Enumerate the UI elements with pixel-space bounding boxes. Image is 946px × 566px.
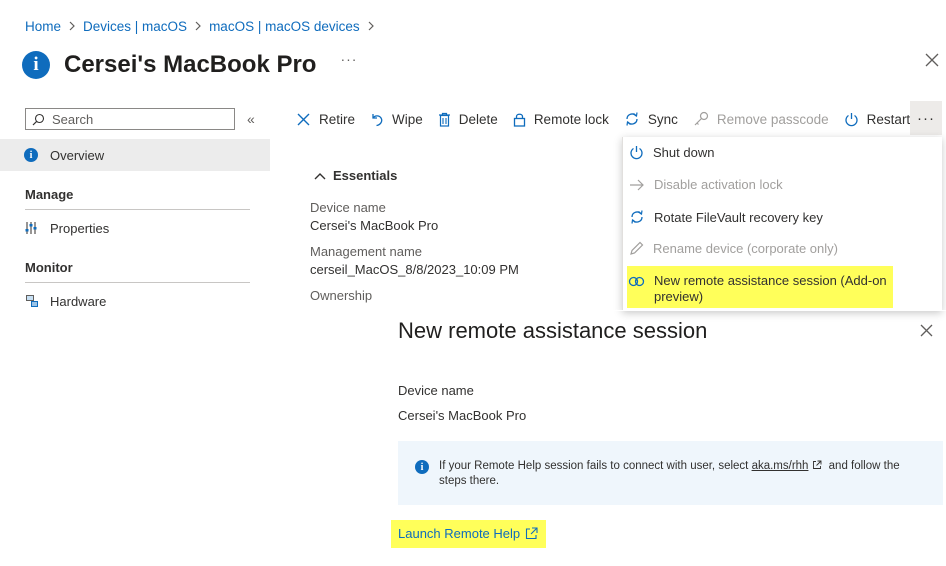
- more-commands-button[interactable]: ···: [910, 101, 942, 135]
- essentials-toggle[interactable]: Essentials: [314, 168, 397, 183]
- button-label: Restart: [866, 111, 911, 127]
- breadcrumb-macos-devices[interactable]: macOS | macOS devices: [209, 19, 360, 34]
- hardware-icon: [24, 293, 40, 309]
- menu-item-label: New remote assistance session (Add-on pr…: [654, 273, 887, 305]
- delete-button[interactable]: Delete: [438, 112, 498, 127]
- field-label: Management name: [310, 244, 423, 259]
- sidebar-section-monitor: Monitor: [25, 260, 73, 275]
- collapse-sidebar-button[interactable]: «: [247, 111, 255, 127]
- sidebar-item-label: Hardware: [50, 293, 107, 309]
- sidebar-item-label: Overview: [50, 147, 105, 163]
- menu-item-label-line1: New remote assistance session (Add-on: [654, 273, 887, 288]
- button-label: Retire: [319, 111, 356, 127]
- button-label: Remove passcode: [716, 111, 829, 127]
- trash-icon: [438, 112, 450, 127]
- field-value: Cersei's MacBook Pro: [310, 218, 439, 233]
- undo-icon: [372, 113, 383, 126]
- arrow-right-icon: [630, 179, 644, 190]
- device-name-label: Device name: [398, 383, 474, 398]
- close-icon[interactable]: [920, 324, 933, 337]
- info-banner: i If your Remote Help session fails to c…: [398, 441, 943, 505]
- lock-icon: [513, 113, 525, 127]
- button-label: Launch Remote Help: [398, 526, 521, 541]
- menu-item-new-remote-assistance[interactable]: New remote assistance session (Add-on pr…: [628, 273, 887, 305]
- essentials-title: Essentials: [333, 168, 398, 183]
- pencil-icon: [630, 241, 644, 255]
- info-icon: i: [415, 460, 429, 474]
- menu-item-disable-activation-lock[interactable]: Disable activation lock: [629, 177, 783, 192]
- button-label: Delete: [458, 111, 498, 127]
- more-options-button[interactable]: ···: [340, 51, 357, 67]
- search-icon: [32, 113, 45, 126]
- menu-item-shut-down[interactable]: Shut down: [629, 145, 714, 160]
- remove-passcode-button[interactable]: Remove passcode: [693, 111, 829, 127]
- search-input[interactable]: [52, 111, 222, 127]
- sidebar-item-label: Properties: [50, 220, 110, 236]
- sidebar-section-manage: Manage: [25, 187, 74, 202]
- pane-title: New remote assistance session: [398, 318, 708, 343]
- key-icon: [694, 111, 708, 126]
- retire-button[interactable]: Retire: [296, 112, 355, 127]
- sync-icon: [631, 210, 643, 224]
- button-label: Wipe: [392, 111, 423, 127]
- breadcrumb-home[interactable]: Home: [25, 19, 61, 34]
- field-value: cerseil_MacOS_8/8/2023_10:09 PM: [310, 262, 519, 277]
- remote-assistance-icon: [628, 276, 645, 287]
- properties-icon: [24, 220, 40, 236]
- chevron-right-icon: [360, 21, 382, 31]
- close-icon[interactable]: [925, 53, 939, 67]
- x-icon: [297, 113, 310, 125]
- wipe-button[interactable]: Wipe: [370, 112, 423, 127]
- divider: [25, 209, 250, 210]
- breadcrumb-devices-macos[interactable]: Devices | macOS: [83, 19, 187, 34]
- button-label: Remote lock: [533, 111, 609, 127]
- external-link-icon: [813, 460, 822, 469]
- info-icon: i: [24, 148, 38, 162]
- chevron-up-icon: [314, 172, 326, 179]
- external-link-icon: [526, 527, 538, 540]
- field-label: Ownership: [310, 288, 373, 303]
- sidebar-item-hardware[interactable]: Hardware: [24, 293, 106, 309]
- power-icon: [630, 146, 643, 160]
- info-banner-text: If your Remote Help session fails to con…: [439, 459, 929, 489]
- menu-item-label: Disable activation lock: [654, 177, 783, 192]
- device-name-value: Cersei's MacBook Pro: [398, 408, 527, 423]
- info-icon: i: [22, 51, 50, 79]
- menu-item-label-line2: preview): [654, 289, 704, 304]
- breadcrumb: Home Devices | macOS macOS | macOS devic…: [25, 18, 382, 34]
- restart-button[interactable]: Restart: [844, 111, 911, 127]
- chevron-right-icon: [61, 21, 83, 31]
- chevron-right-icon: [187, 21, 209, 31]
- sync-button[interactable]: Sync: [624, 111, 678, 127]
- sync-icon: [626, 112, 638, 126]
- menu-item-rename-device[interactable]: Rename device (corporate only): [629, 241, 838, 256]
- sidebar-item-overview[interactable]: i Overview: [0, 139, 270, 171]
- field-label: Device name: [310, 200, 386, 215]
- search-box: [25, 108, 235, 130]
- divider: [0, 310, 946, 311]
- remote-lock-button[interactable]: Remote lock: [513, 112, 609, 127]
- menu-item-rotate-filevault-key[interactable]: Rotate FileVault recovery key: [629, 209, 823, 225]
- sidebar-item-properties[interactable]: Properties: [24, 220, 109, 236]
- menu-item-label: Shut down: [653, 145, 715, 160]
- aka-ms-rhh-link[interactable]: aka.ms/rhh: [752, 460, 809, 472]
- divider: [25, 282, 250, 283]
- page-title: Cersei's MacBook Pro: [64, 51, 317, 78]
- page-header: i Cersei's MacBook Pro ···: [22, 45, 357, 85]
- menu-item-label: Rotate FileVault recovery key: [654, 209, 823, 225]
- menu-item-label: Rename device (corporate only): [653, 241, 838, 256]
- info-text: If your Remote Help session fails to con…: [439, 460, 752, 472]
- command-bar: Retire Wipe Delete Remote lock Sync Remo…: [296, 100, 925, 138]
- button-label: Sync: [647, 111, 678, 127]
- power-icon: [845, 112, 858, 126]
- launch-remote-help-button[interactable]: Launch Remote Help: [398, 526, 538, 541]
